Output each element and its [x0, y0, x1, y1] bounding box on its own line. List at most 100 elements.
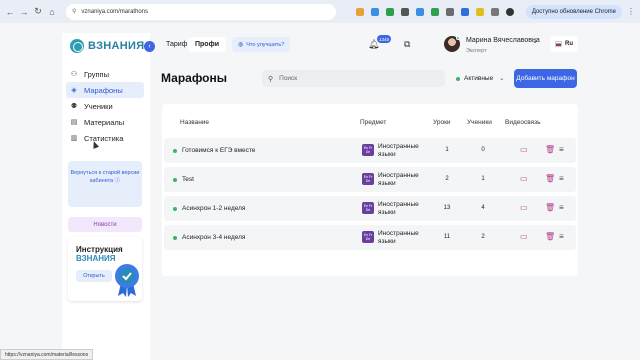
sidebar: ВЗНАНИЯ ‹ ⚇ Группы ◈ Марафоны ⚉ Ученики …: [62, 33, 155, 360]
marathon-students: 0: [481, 147, 485, 153]
extension-icon[interactable]: [431, 7, 439, 16]
trash-icon[interactable]: 🗑︎: [545, 174, 555, 183]
url-text: vznaniya.com/marathons: [81, 8, 149, 15]
document-icon: ▤: [70, 119, 78, 126]
sidebar-item-marathons[interactable]: ◈ Марафоны: [66, 82, 144, 98]
marathon-subject: Иностранные языки: [378, 143, 419, 158]
extension-icon[interactable]: [461, 7, 469, 16]
table-row[interactable]: Асинхрон 3-4 неделя En Fr De Иностранные…: [164, 225, 576, 250]
video-call-icon[interactable]: ▭: [520, 232, 528, 241]
old-version-link[interactable]: Вернуться к старой версии кабинета ⓘ: [68, 161, 142, 207]
back-icon[interactable]: ←: [4, 6, 16, 18]
video-call-icon[interactable]: ▭: [520, 203, 528, 212]
extensions-row: [356, 7, 521, 16]
site-info-icon[interactable]: ⚲: [72, 8, 76, 15]
marathon-name[interactable]: Готовимся к ЕГЭ вместе: [182, 147, 255, 154]
chrome-update-button[interactable]: Доступно обновление Chrome: [525, 4, 622, 19]
menu-icon[interactable]: ≡: [559, 145, 564, 154]
table-row[interactable]: Асинхрон 1-2 неделя En Fr De Иностранные…: [164, 196, 576, 221]
russia-flag-icon: [555, 41, 562, 47]
marathon-students: 4: [481, 205, 485, 211]
status-filter-dropdown[interactable]: Активные ⌄: [456, 75, 504, 82]
marathon-lessons: 2: [445, 176, 449, 182]
reload-icon[interactable]: ↻: [32, 6, 44, 18]
search-placeholder: Поиск: [279, 75, 298, 82]
table-row[interactable]: Test En Fr De Иностранные языки 2 1 ▭ 🗑︎…: [164, 167, 576, 192]
menu-icon[interactable]: ≡: [559, 232, 564, 241]
sidebar-item-label: Марафоны: [84, 85, 123, 95]
column-header-subject: Предмет: [360, 119, 387, 126]
forward-icon[interactable]: →: [18, 6, 30, 18]
status-filter-value: Активные: [464, 75, 494, 82]
marathon-name[interactable]: Асинхрон 1-2 неделя: [182, 205, 245, 212]
trash-icon[interactable]: 🗑︎: [545, 145, 555, 154]
menu-icon[interactable]: ≡: [559, 174, 564, 183]
column-header-name: Название: [180, 119, 210, 126]
search-input[interactable]: ⚲ Поиск: [262, 70, 445, 87]
sidebar-item-label: Статистика: [84, 133, 124, 143]
column-header-video: Видеосвязь: [505, 119, 541, 126]
profile-icon[interactable]: [506, 7, 514, 16]
marathon-lessons: 13: [443, 205, 451, 211]
active-status-dot: [456, 76, 460, 81]
language-switcher[interactable]: Ru: [550, 36, 578, 52]
table-row[interactable]: Готовимся к ЕГЭ вместе En Fr De Иностран…: [164, 138, 576, 163]
extension-icon[interactable]: [356, 7, 364, 16]
video-call-icon[interactable]: ▭: [520, 145, 528, 154]
marathon-subject: Иностранные языки: [378, 201, 419, 216]
marathon-students: 1: [481, 176, 485, 182]
languages-icon: En Fr De: [362, 231, 374, 243]
copy-icon[interactable]: ⧉: [404, 39, 410, 50]
chevron-down-icon[interactable]: ⌄: [532, 37, 538, 45]
sidebar-item-statistics[interactable]: ▥ Статистика: [66, 130, 144, 146]
puzzle-icon[interactable]: [491, 7, 499, 16]
users-icon: ⚇: [70, 71, 78, 78]
sidebar-item-label: Материалы: [84, 117, 125, 127]
trash-icon[interactable]: 🗑︎: [545, 203, 555, 212]
layers-icon: ◈: [71, 87, 77, 94]
extension-icon[interactable]: [476, 7, 484, 16]
video-call-icon[interactable]: ▭: [520, 174, 528, 183]
languages-icon: En Fr De: [362, 173, 374, 185]
menu-icon[interactable]: ≡: [559, 203, 564, 212]
browser-toolbar: ← → ↻ ⌂ ⚲ vznaniya.com/marathons Доступн…: [0, 0, 640, 23]
logo[interactable]: ВЗНАНИЯ: [70, 39, 144, 53]
extension-icon[interactable]: [401, 7, 409, 16]
user-name[interactable]: Марина Вячеславовна: [466, 37, 540, 44]
sidebar-item-materials[interactable]: ▤ Материалы: [66, 114, 144, 130]
more-icon[interactable]: ⋮: [626, 7, 636, 16]
sidebar-item-label: Ученики: [84, 101, 113, 111]
trash-icon[interactable]: 🗑︎: [545, 232, 555, 241]
marathon-lessons: 11: [443, 234, 451, 240]
column-header-lessons: Уроки: [433, 119, 451, 126]
language-label: Ru: [565, 41, 573, 47]
improve-button[interactable]: ◍ Что улучшить?: [232, 37, 291, 52]
extension-icon[interactable]: [386, 7, 394, 16]
news-button[interactable]: Новости: [68, 217, 142, 232]
sidebar-item-groups[interactable]: ⚇ Группы: [66, 66, 144, 82]
marathon-name[interactable]: Test: [182, 176, 194, 183]
sidebar-item-label: Группы: [84, 69, 109, 79]
column-header-students: Ученики: [467, 119, 492, 126]
languages-icon: En Fr De: [362, 202, 374, 214]
instruction-open-button[interactable]: Открыть: [76, 270, 112, 282]
chevron-down-icon: ⌄: [499, 76, 505, 82]
sidebar-item-students[interactable]: ⚉ Ученики: [66, 98, 144, 114]
app: ВЗНАНИЯ ‹ ⚇ Группы ◈ Марафоны ⚉ Ученики …: [0, 23, 640, 360]
extension-icon[interactable]: [446, 7, 454, 16]
marathons-table: Название Предмет Уроки Ученики Видеосвяз…: [162, 104, 578, 276]
extension-icon[interactable]: [371, 7, 379, 16]
marathon-name[interactable]: Асинхрон 3-4 неделя: [182, 234, 245, 241]
extension-icon[interactable]: [416, 7, 424, 16]
add-marathon-button[interactable]: Добавить марафон: [514, 69, 577, 88]
tarif-value[interactable]: Профи: [188, 37, 227, 52]
search-icon: ⚲: [268, 75, 274, 83]
address-bar[interactable]: ⚲ vznaniya.com/marathons: [66, 3, 336, 20]
collapse-sidebar-button[interactable]: ‹: [144, 41, 155, 52]
home-icon[interactable]: ⌂: [46, 6, 58, 18]
active-status-dot: [173, 149, 177, 153]
page-title: Марафоны: [161, 71, 227, 85]
sidebar-nav: ⚇ Группы ◈ Марафоны ⚉ Ученики ▤ Материал…: [66, 66, 144, 146]
active-status-dot: [173, 236, 177, 240]
chart-icon: ▥: [70, 135, 78, 142]
